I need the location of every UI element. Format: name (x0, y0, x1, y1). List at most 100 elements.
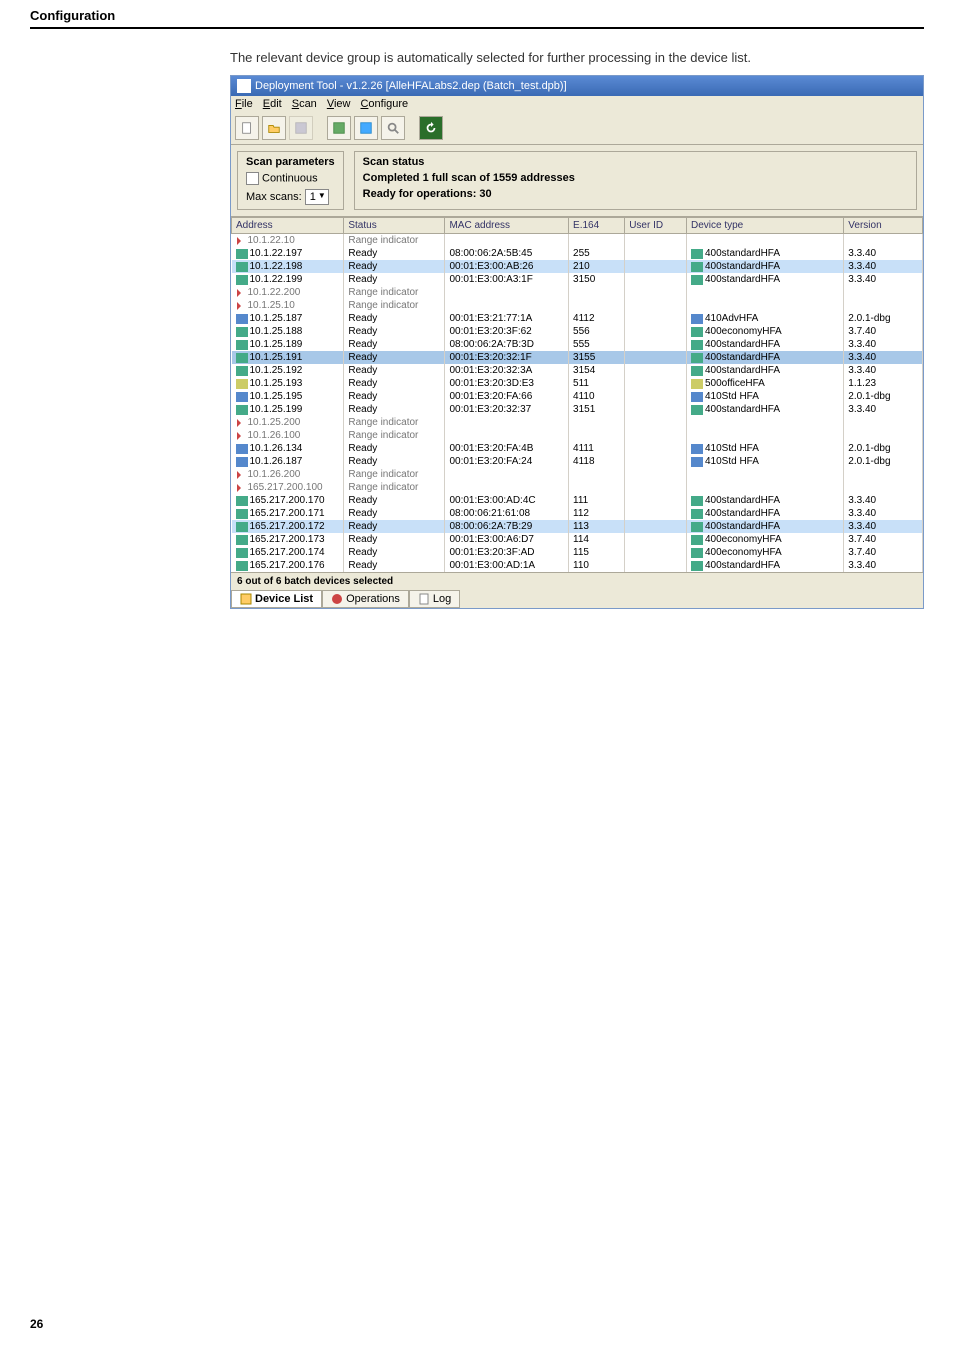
save-button[interactable] (289, 116, 313, 140)
cell-e164 (569, 234, 625, 248)
table-row[interactable]: 10.1.26.187Ready00:01:E3:20:FA:244118410… (232, 455, 923, 468)
cell-status: Range indicator (344, 468, 445, 481)
col-address[interactable]: Address (232, 218, 344, 234)
cell-mac: 08:00:06:2A:7B:29 (445, 520, 569, 533)
cell-mac: 00:01:E3:20:FA:24 (445, 455, 569, 468)
cell-userid (625, 325, 687, 338)
device-icon (236, 548, 248, 558)
cell-userid (625, 416, 687, 429)
table-row[interactable]: 165.217.200.171Ready08:00:06:21:61:08112… (232, 507, 923, 520)
app-window: Deployment Tool - v1.2.26 [AlleHFALabs2.… (230, 75, 924, 609)
cell-e164: 4110 (569, 390, 625, 403)
cell-userid (625, 247, 687, 260)
device-icon (236, 249, 248, 259)
table-row[interactable]: 165.217.200.170Ready00:01:E3:00:AD:4C111… (232, 494, 923, 507)
table-row[interactable]: 165.217.200.173Ready00:01:E3:00:A6:D7114… (232, 533, 923, 546)
table-row[interactable]: 10.1.25.195Ready00:01:E3:20:FA:664110410… (232, 390, 923, 403)
open-button[interactable] (262, 116, 286, 140)
table-row[interactable]: 10.1.25.192Ready00:01:E3:20:32:3A3154400… (232, 364, 923, 377)
tab-operations[interactable]: Operations (322, 590, 409, 608)
intro-text: The relevant device group is automatical… (230, 49, 924, 67)
table-row[interactable]: 10.1.26.200Range indicator (232, 468, 923, 481)
cell-status: Ready (344, 338, 445, 351)
cell-e164: 114 (569, 533, 625, 546)
cell-version (844, 481, 923, 494)
cell-mac: 08:00:06:2A:5B:45 (445, 247, 569, 260)
cell-devtype: 400standardHFA (705, 248, 780, 259)
table-row[interactable]: 10.1.25.187Ready00:01:E3:21:77:1A4112410… (232, 312, 923, 325)
cell-devtype: 400standardHFA (705, 261, 780, 272)
tab-icon (331, 593, 343, 605)
table-row[interactable]: 10.1.25.188Ready00:01:E3:20:3F:62556400e… (232, 325, 923, 338)
cell-status: Range indicator (344, 234, 445, 248)
cell-devtype: 410Std HFA (705, 391, 759, 402)
cell-devtype: 410AdvHFA (705, 313, 758, 324)
cell-address: 165.217.200.170 (250, 495, 325, 506)
col-status[interactable]: Status (344, 218, 445, 234)
table-row[interactable]: 10.1.25.199Ready00:01:E3:20:32:373151400… (232, 403, 923, 416)
col-device-type[interactable]: Device type (686, 218, 843, 234)
cell-status: Ready (344, 403, 445, 416)
max-scans-select[interactable]: 1 (305, 189, 329, 205)
cell-version (844, 468, 923, 481)
table-row[interactable]: 10.1.22.200Range indicator (232, 286, 923, 299)
continuous-checkbox[interactable]: Continuous (246, 172, 335, 185)
lookup-button[interactable] (381, 116, 405, 140)
table-row[interactable]: 10.1.25.200Range indicator (232, 416, 923, 429)
device-type-icon (691, 249, 703, 259)
table-row[interactable]: 165.217.200.172Ready08:00:06:2A:7B:29113… (232, 520, 923, 533)
table-row[interactable]: 10.1.22.197Ready08:00:06:2A:5B:45255400s… (232, 247, 923, 260)
cell-userid (625, 299, 687, 312)
table-row[interactable]: 10.1.26.134Ready00:01:E3:20:FA:4B4111410… (232, 442, 923, 455)
col-version[interactable]: Version (844, 218, 923, 234)
menu-scan[interactable]: Scan (292, 98, 317, 110)
device-icon (236, 392, 248, 402)
cell-userid (625, 286, 687, 299)
device-table[interactable]: AddressStatusMAC addressE.164User IDDevi… (231, 217, 923, 572)
tab-log[interactable]: Log (409, 590, 460, 608)
menu-view[interactable]: View (327, 98, 351, 110)
col-user-id[interactable]: User ID (625, 218, 687, 234)
cell-e164: 210 (569, 260, 625, 273)
table-row[interactable]: 10.1.22.198Ready00:01:E3:00:AB:26210400s… (232, 260, 923, 273)
device-type-icon (691, 353, 703, 363)
table-row[interactable]: 165.217.200.174Ready00:01:E3:20:3F:AD115… (232, 546, 923, 559)
menu-file[interactable]: File (235, 98, 253, 110)
config-button[interactable] (354, 116, 378, 140)
table-row[interactable]: 10.1.25.193Ready00:01:E3:20:3D:E3511500o… (232, 377, 923, 390)
cell-status: Ready (344, 260, 445, 273)
cell-mac: 00:01:E3:20:FA:66 (445, 390, 569, 403)
menu-configure[interactable]: Configure (360, 98, 408, 110)
table-row[interactable]: 10.1.22.199Ready00:01:E3:00:A3:1F3150400… (232, 273, 923, 286)
table-row[interactable]: 10.1.26.100Range indicator (232, 429, 923, 442)
new-button[interactable] (235, 116, 259, 140)
table-row[interactable]: 10.1.22.10Range indicator (232, 234, 923, 248)
cell-devtype: 400standardHFA (705, 508, 780, 519)
cell-status: Ready (344, 273, 445, 286)
cell-devtype: 400standardHFA (705, 495, 780, 506)
device-type-icon (691, 262, 703, 272)
table-row[interactable]: 10.1.25.189Ready08:00:06:2A:7B:3D555400s… (232, 338, 923, 351)
device-icon (236, 327, 248, 337)
cell-mac (445, 416, 569, 429)
table-row[interactable]: 165.217.200.100Range indicator (232, 481, 923, 494)
cell-e164: 4111 (569, 442, 625, 455)
menu-edit[interactable]: Edit (263, 98, 282, 110)
range-arrow-icon (236, 301, 246, 311)
scan-button[interactable] (327, 116, 351, 140)
tab-device-list[interactable]: Device List (231, 590, 322, 608)
col-mac-address[interactable]: MAC address (445, 218, 569, 234)
range-arrow-icon (236, 483, 246, 493)
cell-version: 3.3.40 (844, 559, 923, 572)
cell-version: 3.3.40 (844, 520, 923, 533)
continuous-label: Continuous (262, 173, 318, 185)
scan-status-line1: Completed 1 full scan of 1559 addresses (363, 172, 908, 184)
refresh-button[interactable] (419, 116, 443, 140)
cell-status: Ready (344, 520, 445, 533)
table-row[interactable]: 10.1.25.10Range indicator (232, 299, 923, 312)
cell-address: 10.1.22.199 (250, 274, 303, 285)
table-row[interactable]: 10.1.25.191Ready00:01:E3:20:32:1F3155400… (232, 351, 923, 364)
table-row[interactable]: 165.217.200.176Ready00:01:E3:00:AD:1A110… (232, 559, 923, 572)
cell-status: Ready (344, 364, 445, 377)
col-e-164[interactable]: E.164 (569, 218, 625, 234)
